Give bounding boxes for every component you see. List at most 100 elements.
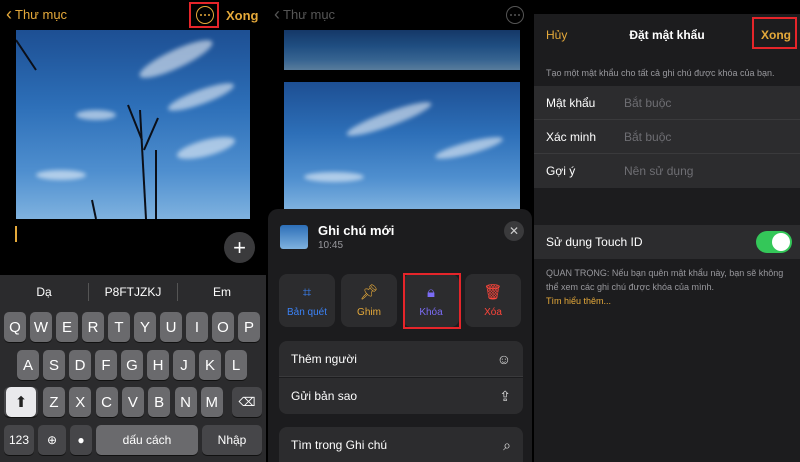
- back-button[interactable]: ‹ Thư mục: [6, 4, 68, 24]
- verify-field[interactable]: Xác minh Bắt buộc: [534, 120, 800, 154]
- key-t[interactable]: T: [108, 312, 130, 342]
- chevron-left-icon: ‹: [6, 4, 12, 24]
- numbers-key[interactable]: 123: [4, 425, 34, 455]
- pin-icon: 📌︎: [359, 284, 379, 301]
- verify-label: Xác minh: [546, 129, 597, 144]
- find-in-note-row[interactable]: Tìm trong Ghi chú ⌕: [279, 427, 523, 462]
- grass-silhouette: [16, 39, 159, 219]
- microphone-icon: ●: [77, 433, 85, 447]
- sheet-time: 10:45: [318, 240, 344, 251]
- highlight-box-more: [189, 2, 219, 28]
- panel-note-editor: ‹ Thư mục Xong + Dạ P8FTJZKJ Em ⬆ ⌫ 123 …: [0, 0, 266, 462]
- action-sheet: Ghi chú mới 10:45 ✕ ⌗ Bản quét 📌︎ Ghim 🔒…: [268, 209, 532, 462]
- back-button-dimmed[interactable]: ‹ Thư mục: [274, 4, 336, 24]
- sheet-title: Ghi chú mới: [318, 223, 395, 238]
- keyboard: Dạ P8FTJZKJ Em ⬆ ⌫ 123 ⊕ ● dấu cách Nhập…: [0, 275, 266, 462]
- touch-id-row: Sử dụng Touch ID: [534, 225, 800, 259]
- scan-icon: ⌗: [302, 283, 312, 301]
- learn-more-link[interactable]: Tìm hiểu thêm...: [546, 296, 611, 306]
- close-button[interactable]: ✕: [504, 221, 524, 241]
- key-o[interactable]: O: [212, 312, 234, 342]
- note-image[interactable]: [16, 30, 250, 219]
- globe-icon: ⊕: [46, 433, 58, 447]
- key-p[interactable]: P: [238, 312, 260, 342]
- mic-key[interactable]: ●: [70, 425, 92, 455]
- note-thumbnail: [280, 225, 308, 249]
- close-icon: ✕: [508, 224, 520, 238]
- key-a[interactable]: A: [17, 350, 39, 380]
- add-button[interactable]: +: [224, 232, 255, 263]
- touch-id-label: Sử dụng Touch ID: [546, 235, 643, 249]
- key-r[interactable]: R: [82, 312, 104, 342]
- highlight-box-lock: [403, 273, 461, 329]
- add-person-icon: ☺: [496, 350, 511, 367]
- key-w[interactable]: W: [30, 312, 52, 342]
- suggestion-2[interactable]: P8FTJZKJ: [89, 285, 177, 299]
- text-caret: [15, 226, 17, 242]
- warning-text: QUAN TRỌNG: Nếu bạn quên mật khẩu này, b…: [546, 266, 790, 308]
- send-copy-row[interactable]: Gửi bản sao ⇪: [279, 378, 523, 414]
- key-d[interactable]: D: [69, 350, 91, 380]
- delete-icon: ⌫: [238, 395, 256, 409]
- delete-action[interactable]: 🗑︎ Xóa: [465, 274, 521, 327]
- pin-action[interactable]: 📌︎ Ghim: [341, 274, 397, 327]
- add-people-row[interactable]: Thêm người ☺: [279, 341, 523, 377]
- scan-label: Bản quét: [286, 306, 328, 318]
- scan-action[interactable]: ⌗ Bản quét: [279, 274, 335, 327]
- chevron-left-icon: ‹: [274, 4, 280, 24]
- back-label: Thư mục: [283, 6, 336, 22]
- note-image-top: [284, 30, 520, 70]
- key-b[interactable]: B: [148, 387, 171, 417]
- verify-placeholder: Bắt buộc: [624, 129, 672, 144]
- done-button[interactable]: Xong: [226, 8, 259, 23]
- key-k[interactable]: K: [199, 350, 221, 380]
- add-people-label: Thêm người: [291, 351, 357, 366]
- password-field[interactable]: Mật khẩu Bắt buộc: [534, 86, 800, 120]
- hint-placeholder: Nên sử dụng: [624, 164, 694, 178]
- more-options-button-dimmed: [506, 6, 524, 24]
- key-h[interactable]: H: [147, 350, 169, 380]
- plus-icon: +: [233, 234, 246, 260]
- key-i[interactable]: I: [186, 312, 208, 342]
- key-u[interactable]: U: [160, 312, 182, 342]
- key-c[interactable]: C: [95, 387, 118, 417]
- return-key[interactable]: Nhập: [202, 425, 262, 455]
- suggestion-bar: Dạ P8FTJZKJ Em: [0, 275, 266, 309]
- suggestion-1[interactable]: Dạ: [0, 285, 88, 299]
- touch-id-toggle[interactable]: [756, 231, 792, 253]
- delete-label: Xóa: [484, 307, 502, 318]
- globe-key[interactable]: ⊕: [38, 425, 66, 455]
- key-e[interactable]: E: [56, 312, 78, 342]
- key-s[interactable]: S: [43, 350, 65, 380]
- search-icon: ⌕: [503, 436, 511, 453]
- find-in-note-label: Tìm trong Ghi chú: [291, 438, 388, 452]
- password-fields: Mật khẩu Bắt buộc Xác minh Bắt buộc Gợi …: [534, 86, 800, 188]
- key-x[interactable]: X: [69, 387, 92, 417]
- send-copy-label: Gửi bản sao: [291, 389, 358, 403]
- delete-key[interactable]: ⌫: [232, 387, 262, 417]
- suggestion-3[interactable]: Em: [178, 285, 266, 299]
- password-intro: Tạo một mật khẩu cho tất cả ghi chú được…: [546, 68, 775, 78]
- key-l[interactable]: L: [225, 350, 247, 380]
- key-j[interactable]: J: [173, 350, 195, 380]
- key-y[interactable]: Y: [134, 312, 156, 342]
- panel-share-sheet: ‹ Thư mục Ghi chú mới 10:45 ✕ ⌗ Bản quét…: [268, 0, 532, 462]
- note-image: [284, 82, 520, 210]
- password-placeholder: Bắt buộc: [624, 95, 672, 110]
- hint-field[interactable]: Gợi ý Nên sử dụng: [534, 154, 800, 188]
- space-key[interactable]: dấu cách: [96, 425, 198, 455]
- key-f[interactable]: F: [95, 350, 117, 380]
- back-label: Thư mục: [15, 6, 68, 22]
- key-v[interactable]: V: [121, 387, 144, 417]
- panel-set-password: Hủy Đặt mật khẩu Xong Tạo một mật khẩu c…: [534, 0, 800, 462]
- warning-body: QUAN TRỌNG: Nếu bạn quên mật khẩu này, b…: [546, 268, 784, 292]
- password-header: Hủy Đặt mật khẩu Xong: [534, 14, 800, 54]
- key-m[interactable]: M: [200, 387, 223, 417]
- hint-label: Gợi ý: [546, 164, 576, 178]
- highlight-box-done: [752, 17, 797, 49]
- key-z[interactable]: Z: [43, 387, 65, 417]
- key-g[interactable]: G: [121, 350, 143, 380]
- key-n[interactable]: N: [174, 387, 197, 417]
- shift-key[interactable]: ⬆: [4, 387, 38, 417]
- key-q[interactable]: Q: [4, 312, 26, 342]
